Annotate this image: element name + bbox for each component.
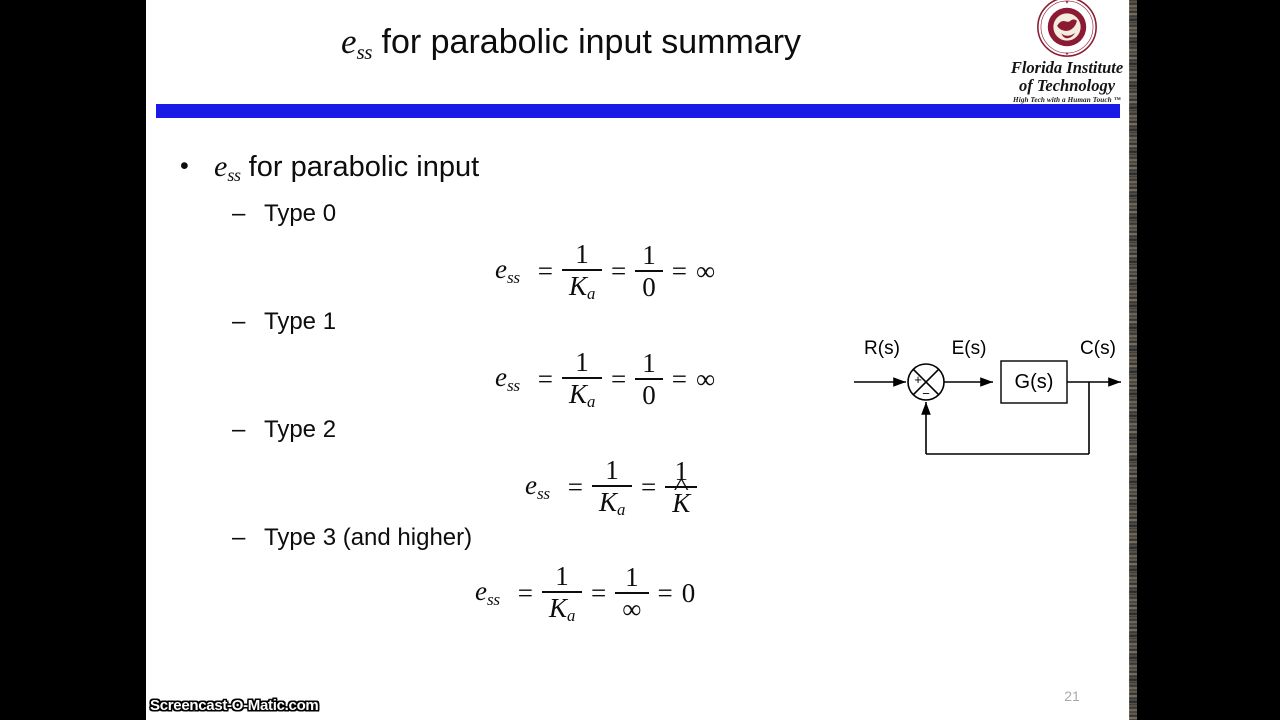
eq1-f1-den-sub: a bbox=[586, 392, 596, 412]
title-divider bbox=[156, 104, 1120, 118]
error-signal-label: E(s) bbox=[952, 338, 987, 359]
sub-bullet-label: Type 2 bbox=[264, 416, 337, 443]
eq3-equals-2: = bbox=[591, 577, 607, 608]
page-title: ess for parabolic input summary bbox=[146, 22, 996, 65]
eq3-equals-3: = bbox=[657, 577, 673, 608]
bullet-main: • ess for parabolic input bbox=[180, 150, 479, 186]
eq2-f1-numerator: 1 bbox=[605, 455, 619, 485]
eq2-lhs-var: e bbox=[525, 470, 537, 501]
k-hat-symbol: K bbox=[672, 489, 690, 517]
eq0-f1-numerator: 1 bbox=[575, 239, 589, 269]
eq1-f2-numerator: 1 bbox=[642, 348, 656, 379]
eq0-lhs-sub: ss bbox=[506, 268, 520, 288]
eq1-lhs-sub: ss bbox=[506, 376, 520, 396]
screencast-watermark: Screencast-O-Matic.com bbox=[150, 697, 319, 714]
eq3-f1-denominator: Ka bbox=[542, 593, 582, 625]
eq2-f1-denominator: Ka bbox=[592, 487, 632, 519]
title-text: for parabolic input summary bbox=[372, 23, 802, 61]
eq0-lhs-var: e bbox=[495, 254, 507, 285]
title-math-variable: e bbox=[340, 22, 357, 61]
dash-marker-icon: – bbox=[232, 200, 246, 227]
output-signal-label: C(s) bbox=[1080, 338, 1116, 359]
eq3-f2-numerator: 1 bbox=[625, 562, 639, 593]
equation-type-0: ess = 1 Ka = 1 0 = ∞ bbox=[495, 240, 715, 303]
video-player-screen: ess for parabolic input summary ★ ★ Flor… bbox=[0, 0, 1280, 720]
eq1-lhs-var: e bbox=[495, 362, 507, 393]
sub-bullet-type-1: – Type 1 bbox=[232, 308, 336, 336]
eq3-lhs-var: e bbox=[475, 576, 487, 607]
eq2-fraction-2: 1 K bbox=[665, 457, 698, 517]
page-number: 21 bbox=[1064, 688, 1080, 704]
eq1-equals-3: = bbox=[671, 363, 687, 394]
eq3-fraction-1: 1 Ka bbox=[541, 561, 583, 625]
eq1-f1-denominator: Ka bbox=[562, 379, 602, 411]
sub-bullet-type-2: – Type 2 bbox=[232, 416, 336, 444]
title-math-subscript: ss bbox=[356, 39, 373, 64]
equation-type-2: ess = 1 Ka = 1 K bbox=[525, 455, 698, 519]
eq3-equals-1: = bbox=[517, 577, 533, 608]
logo-tagline: High Tech with a Human Touch ™ bbox=[1013, 96, 1121, 104]
eq0-equals-2: = bbox=[611, 255, 627, 286]
eq1-equals-2: = bbox=[611, 363, 627, 394]
eq0-f2-denominator: 0 bbox=[642, 272, 656, 303]
eq0-result: ∞ bbox=[696, 255, 716, 286]
bullet-text: for parabolic input bbox=[240, 151, 480, 183]
florida-tech-logo: ★ ★ Florida Institute of Technology High… bbox=[1004, 0, 1130, 104]
eq3-f1-den-sub: a bbox=[566, 606, 576, 626]
eq1-f1-den-k: K bbox=[568, 379, 587, 410]
eq0-f1-den-k: K bbox=[568, 271, 587, 302]
bullet-marker-icon: • bbox=[180, 152, 189, 180]
equation-type-3: ess = 1 Ka = 1 ∞ = 0 bbox=[475, 562, 695, 625]
dash-marker-icon: – bbox=[232, 524, 246, 551]
eq3-lhs-sub: ss bbox=[486, 590, 500, 610]
equation-type-1: ess = 1 Ka = 1 0 = ∞ bbox=[495, 348, 715, 411]
presentation-slide: ess for parabolic input summary ★ ★ Flor… bbox=[146, 0, 1130, 720]
bullet-math-variable: e bbox=[214, 150, 228, 183]
florida-tech-seal-icon: ★ ★ bbox=[1037, 0, 1097, 57]
eq2-fraction-1: 1 Ka bbox=[591, 455, 633, 519]
unity-feedback-block-diagram: + − G(s) R(s) E(s) C(s) bbox=[836, 332, 1126, 472]
svg-text:★: ★ bbox=[1065, 0, 1069, 4]
sub-bullet-label: Type 3 (and higher) bbox=[264, 524, 473, 551]
sub-bullet-label: Type 1 bbox=[264, 308, 337, 335]
eq2-equals-2: = bbox=[641, 471, 657, 502]
eq0-equals-3: = bbox=[671, 255, 687, 286]
eq3-f1-den-k: K bbox=[548, 593, 567, 624]
sum-plus-sign: + bbox=[914, 372, 922, 387]
eq0-fraction-1: 1 Ka bbox=[561, 239, 603, 303]
eq1-f2-denominator: 0 bbox=[642, 380, 656, 411]
eq3-result: 0 bbox=[681, 577, 696, 608]
logo-name-line1: Florida Institute bbox=[1010, 58, 1124, 77]
eq2-equals-1: = bbox=[567, 471, 583, 502]
eq2-lhs-sub: ss bbox=[536, 484, 550, 504]
eq1-equals-1: = bbox=[537, 363, 553, 394]
eq0-f1-denominator: Ka bbox=[562, 271, 602, 303]
sub-bullet-type-0: – Type 0 bbox=[232, 200, 336, 228]
sub-bullet-type-3: – Type 3 (and higher) bbox=[232, 524, 472, 552]
eq0-f2-numerator: 1 bbox=[642, 240, 656, 271]
eq3-f2-denominator: ∞ bbox=[622, 594, 642, 625]
eq1-f1-numerator: 1 bbox=[575, 347, 589, 377]
svg-text:★: ★ bbox=[1065, 51, 1069, 56]
bullet-math-subscript: ss bbox=[227, 165, 241, 186]
eq2-f1-den-sub: a bbox=[616, 500, 626, 520]
logo-name-line2: of Technology bbox=[1018, 76, 1116, 95]
input-signal-label: R(s) bbox=[864, 338, 900, 359]
dash-marker-icon: – bbox=[232, 416, 246, 443]
video-edge-artifact bbox=[1129, 0, 1137, 720]
eq1-fraction-2: 1 0 bbox=[635, 349, 663, 409]
eq0-fraction-2: 1 0 bbox=[635, 241, 663, 301]
sum-minus-sign: − bbox=[922, 386, 930, 401]
transfer-function-label: G(s) bbox=[1015, 371, 1054, 393]
dash-marker-icon: – bbox=[232, 308, 246, 335]
eq0-equals-1: = bbox=[537, 255, 553, 286]
eq2-f1-den-k: K bbox=[598, 487, 617, 518]
eq3-f1-numerator: 1 bbox=[555, 561, 569, 591]
sub-bullet-label: Type 0 bbox=[264, 200, 337, 227]
eq2-f2-denominator: K bbox=[665, 488, 697, 517]
eq1-result: ∞ bbox=[696, 363, 716, 394]
eq3-fraction-2: 1 ∞ bbox=[615, 562, 649, 625]
eq1-fraction-1: 1 Ka bbox=[561, 347, 603, 411]
eq0-f1-den-sub: a bbox=[586, 284, 596, 304]
